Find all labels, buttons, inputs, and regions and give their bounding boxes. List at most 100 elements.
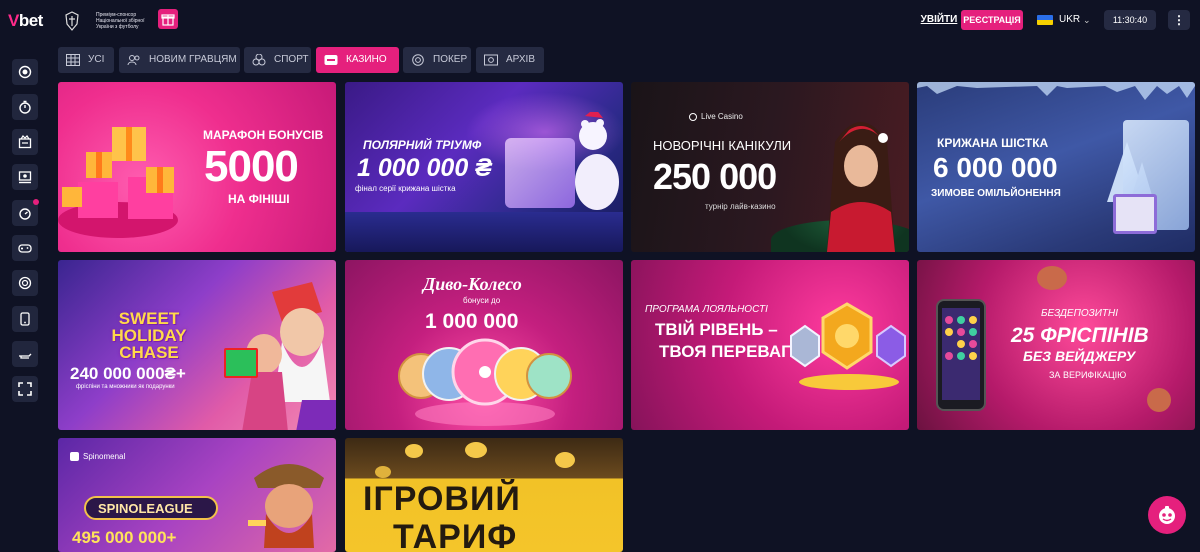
tab-sport[interactable]: СПОРТ xyxy=(244,47,311,73)
promo-amount: 6 000 000 xyxy=(933,152,1058,183)
promo-line1: ІГРОВИЙ xyxy=(363,480,521,518)
coins-image-4 xyxy=(375,466,391,478)
spinomenal-logo-icon xyxy=(70,452,79,462)
notification-dot xyxy=(33,199,39,205)
polar-bear-image xyxy=(575,112,619,210)
ice-floor xyxy=(345,212,623,252)
tab-label: НОВИМ ГРАВЦЯМ xyxy=(149,54,237,65)
live-casino-icon[interactable] xyxy=(12,164,38,190)
promo-card-polar-triumph[interactable]: ПОЛЯРНИЙ ТРІУМФ 1 000 000 ₴ фінал серії … xyxy=(345,82,623,252)
promo-amount: 240 000 000₴+ xyxy=(70,364,186,383)
promo-card-new-year[interactable]: Live Casino НОВОРІЧНІ КАНІКУЛИ 250 000 т… xyxy=(631,82,909,252)
coins-image-3 xyxy=(555,452,575,468)
ukraine-football-emblem-icon xyxy=(65,11,79,31)
tab-poker[interactable]: ПОКЕР xyxy=(403,47,471,73)
promo-subtitle: турнір лайв-казино xyxy=(705,202,776,211)
chat-bot-icon xyxy=(1159,506,1175,524)
promo-line2: БЕЗ ВЕЙДЖЕРУ xyxy=(1023,348,1136,364)
promo-subtitle: ЗА ВЕРИФІКАЦІЮ xyxy=(1049,370,1127,380)
tab-label: КАЗИНО xyxy=(346,54,387,65)
promo-amount: 250 000 xyxy=(653,156,777,197)
promo-amount: 1 000 000 xyxy=(425,310,519,333)
spinomenal-badge: Spinomenal xyxy=(70,450,150,464)
promo-subtitle: бонуси до xyxy=(463,296,501,305)
game-logo: SWEET HOLIDAY CHASE xyxy=(111,309,187,362)
promo-title: ПОЛЯРНИЙ ТРІУМФ xyxy=(363,138,482,152)
clock: 11:30:40 xyxy=(1104,10,1156,30)
promo-amount: 25 ФРІСПІНІВ xyxy=(1011,324,1149,347)
promo-card-sweet-holiday[interactable]: SWEET HOLIDAY CHASE 240 000 000₴+ фріспі… xyxy=(58,260,336,430)
poker-chip-icon[interactable] xyxy=(12,270,38,296)
promo-amount: 1 000 000 ₴ xyxy=(357,154,492,182)
promo-card-marathon[interactable]: МАРАФОН БОНУСІВ 5000 НА ФІНІШІ xyxy=(58,82,336,252)
gift-boxes-image xyxy=(58,122,188,252)
promo-card-wonder-wheel[interactable]: Диво-Колесо бонуси до 1 000 000 xyxy=(345,260,623,430)
badges-image xyxy=(790,302,906,390)
promo-title: НОВОРІЧНІ КАНІКУЛИ xyxy=(653,138,792,153)
tab-label: ПОКЕР xyxy=(433,54,468,65)
promo-card-spinoleague[interactable]: Spinomenal SPINOLEAGUE 495 000 000+ xyxy=(58,438,336,552)
promo-card-game-tariff[interactable]: ІГРОВИЙ ТАРИФ xyxy=(345,438,623,552)
promo-line1: ТВІЙ РІВЕНЬ – xyxy=(655,320,778,339)
gift-box-image xyxy=(1113,194,1157,234)
top-header: Vbet Преміум-спонсор Національної збірно… xyxy=(0,0,1200,40)
phone-image xyxy=(936,299,986,411)
sports-timer-icon[interactable] xyxy=(12,199,39,226)
promo-title: МАРАФОН БОНУСІВ xyxy=(203,128,324,142)
support-chat-button[interactable] xyxy=(1148,496,1186,534)
register-button[interactable]: РЕЄСТРАЦІЯ xyxy=(961,10,1023,30)
pirate-character-image xyxy=(248,464,324,548)
grid-icon xyxy=(66,54,80,66)
promo-title: ПРОГРАМА ЛОЯЛЬНОСТІ xyxy=(645,304,768,315)
tab-archive[interactable]: АРХІВ xyxy=(476,47,544,73)
sidebar xyxy=(0,48,50,552)
coin-image xyxy=(1037,266,1067,290)
host-woman-image xyxy=(827,122,895,252)
gift-badge-icon[interactable] xyxy=(158,9,178,29)
tab-label: УСІ xyxy=(88,54,105,65)
promo-subtitle: НА ФІНІШІ xyxy=(228,192,290,206)
live-dot-icon xyxy=(689,112,697,121)
icicles-decoration xyxy=(917,82,1195,100)
language-label: UKR xyxy=(1059,14,1081,25)
casino-icon[interactable] xyxy=(12,129,38,155)
ukraine-flag-icon xyxy=(1037,15,1053,25)
promo-subtitle: фінал серії крижана шістка xyxy=(355,184,456,193)
promo-subtitle: ЗИМОВЕ ОМІЛЬЙОНЕННЯ xyxy=(931,188,1061,199)
coins-image-2 xyxy=(465,442,487,458)
gamepad-icon[interactable] xyxy=(12,235,38,261)
users-icon xyxy=(127,55,140,66)
live-casino-badge: Live Casino xyxy=(689,110,779,124)
promo-title: БЕЗДЕПОЗИТНІ xyxy=(1041,308,1119,319)
promo-card-loyalty[interactable]: ПРОГРАМА ЛОЯЛЬНОСТІ ТВІЙ РІВЕНЬ – ТВОЯ П… xyxy=(631,260,909,430)
stopwatch-icon[interactable] xyxy=(12,94,38,120)
tab-casino[interactable]: КАЗИНО xyxy=(316,47,399,73)
promo-amount: 495 000 000+ xyxy=(72,528,177,547)
promo-icon[interactable] xyxy=(12,341,38,367)
promo-subtitle: фріспіни та множники як подарунки xyxy=(76,384,175,390)
poker-icon xyxy=(412,54,424,66)
tab-all[interactable]: УСІ xyxy=(58,47,114,73)
live-icon[interactable] xyxy=(12,59,38,85)
wheels-image xyxy=(398,338,572,426)
sport-icon xyxy=(252,54,266,66)
sponsor-text: Преміум-спонсор Національної збірної Укр… xyxy=(96,12,145,30)
fullscreen-icon[interactable] xyxy=(12,376,38,402)
promo-amount: 5000 xyxy=(204,142,299,191)
tab-new-players[interactable]: НОВИМ ГРАВЦЯМ xyxy=(119,47,240,73)
promo-card-icy-six[interactable]: КРИЖАНА ШІСТКА 6 000 000 ЗИМОВЕ ОМІЛЬЙОН… xyxy=(917,82,1195,252)
vbet-logo[interactable]: Vbet xyxy=(8,11,43,31)
more-menu-button[interactable]: ⋮ xyxy=(1168,10,1190,30)
coins-image xyxy=(405,444,423,458)
promo-title: SPINOLEAGUE xyxy=(98,501,193,516)
language-selector[interactable]: UKR ⌄ xyxy=(1037,10,1097,30)
mobile-icon[interactable] xyxy=(12,306,38,332)
promo-card-free-spins[interactable]: БЕЗДЕПОЗИТНІ 25 ФРІСПІНІВ БЕЗ ВЕЙДЖЕРУ З… xyxy=(917,260,1195,430)
archive-icon xyxy=(484,54,498,66)
coin-image-2 xyxy=(1147,388,1171,412)
gift-box-image xyxy=(224,348,258,378)
login-button[interactable]: УВІЙТИ xyxy=(920,11,958,29)
ice-cube-image xyxy=(505,138,575,208)
tab-label: АРХІВ xyxy=(506,54,536,65)
promo-title: КРИЖАНА ШІСТКА xyxy=(937,136,1049,150)
